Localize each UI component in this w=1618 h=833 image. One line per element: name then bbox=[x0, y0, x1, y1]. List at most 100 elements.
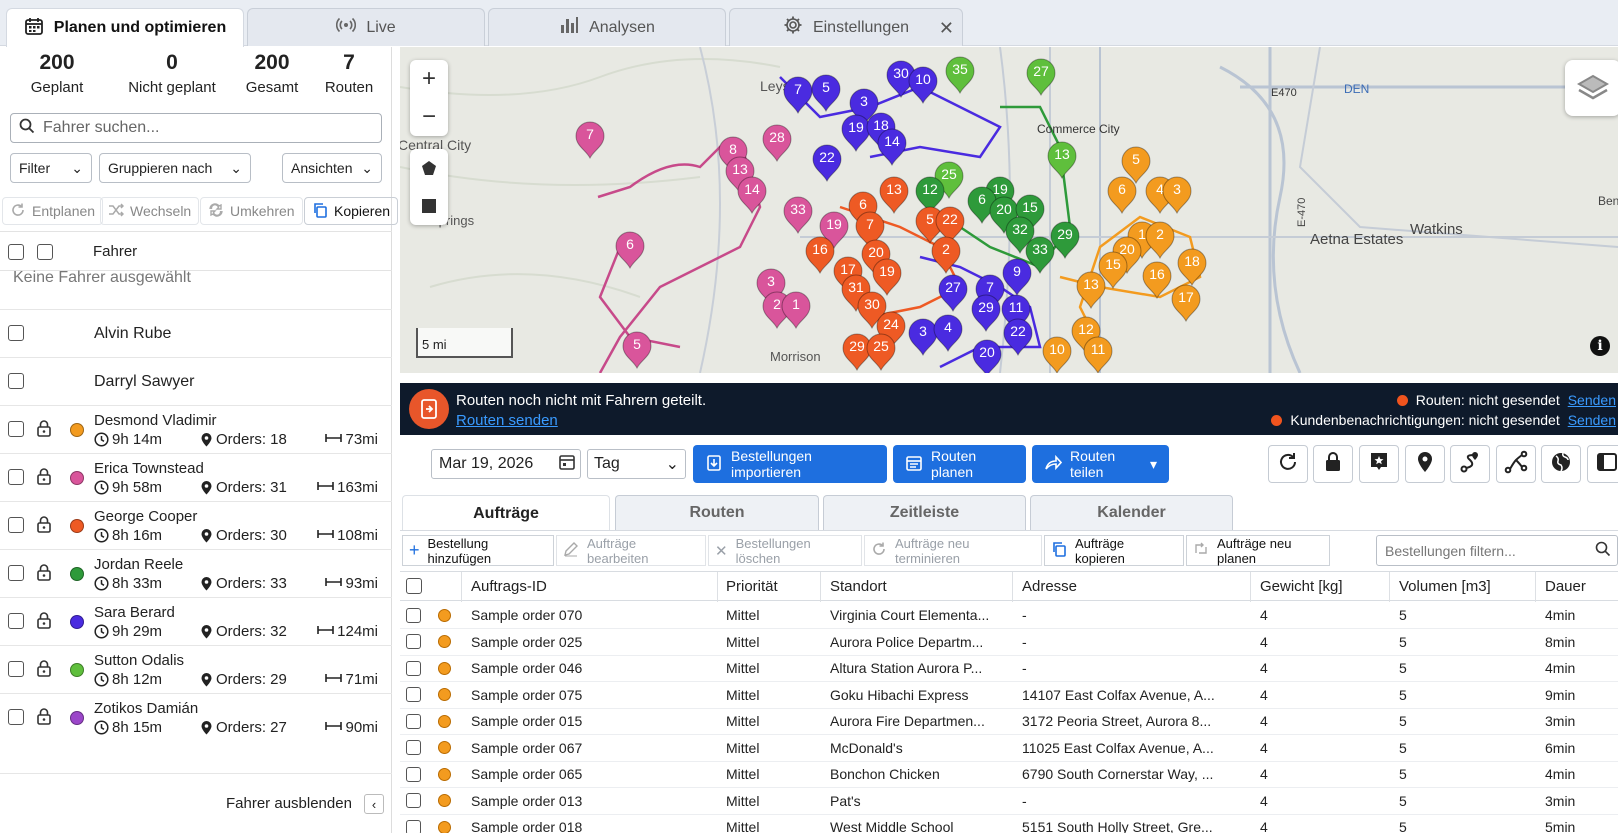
driver-row[interactable]: Desmond Vladimir 9h 14m Orders: 18 73mi bbox=[0, 405, 392, 453]
views-dropdown[interactable]: Ansichten ⌄ bbox=[282, 153, 382, 183]
row-checkbox[interactable] bbox=[406, 740, 421, 755]
info-icon[interactable]: i bbox=[1590, 336, 1610, 356]
unplan-button[interactable]: Entplanen bbox=[2, 197, 104, 225]
replan-orders-button[interactable]: Aufträge neu planen bbox=[1186, 535, 1330, 566]
copy-orders-button[interactable]: Aufträge kopieren bbox=[1044, 535, 1184, 566]
row-checkbox[interactable] bbox=[406, 687, 421, 702]
tab-analytics[interactable]: Analysen bbox=[488, 8, 726, 46]
table-row[interactable]: Sample order 075 Mittel Goku Hibachi Expre… bbox=[400, 682, 1618, 709]
driver-time: 9h 58m bbox=[112, 479, 163, 496]
period-select[interactable]: Tag ⌄ bbox=[587, 449, 686, 479]
driver-row[interactable]: George Cooper 8h 16m Orders: 30 108mi bbox=[0, 501, 392, 549]
row-checkbox[interactable] bbox=[8, 469, 24, 485]
tab-timeline[interactable]: Zeitleiste bbox=[823, 495, 1026, 530]
share-routes-button[interactable]: Routen teilen ▾ bbox=[1032, 445, 1169, 483]
select-all-checkbox[interactable] bbox=[8, 244, 24, 260]
switch-button[interactable]: Wechseln bbox=[100, 197, 200, 225]
send-routes-button[interactable]: Senden bbox=[1568, 392, 1616, 408]
select-visible-checkbox[interactable] bbox=[37, 244, 53, 260]
row-checkbox[interactable] bbox=[406, 634, 421, 649]
layers-button[interactable] bbox=[1565, 60, 1618, 116]
driver-row[interactable]: Zotikos Damián 8h 15m Orders: 27 90mi bbox=[0, 693, 392, 741]
driver-row[interactable]: Sara Berard 9h 29m Orders: 32 124mi bbox=[0, 597, 392, 645]
row-checkbox[interactable] bbox=[406, 713, 421, 729]
reschedule-orders-button[interactable]: Aufträge neu terminieren bbox=[864, 535, 1042, 566]
column-header-duration[interactable]: Dauer bbox=[1545, 572, 1615, 600]
table-row[interactable]: Sample order 067 Mittel McDonald's 11025 Ea… bbox=[400, 735, 1618, 762]
caret-down-icon: ▾ bbox=[1149, 455, 1157, 472]
polygon-tool-icon[interactable] bbox=[410, 149, 448, 187]
close-icon[interactable]: ✕ bbox=[939, 18, 954, 39]
select-all-orders-checkbox[interactable] bbox=[406, 578, 422, 594]
row-checkbox[interactable] bbox=[406, 607, 421, 623]
table-row[interactable]: Sample order 025 Mittel Aurora Police Depa… bbox=[400, 629, 1618, 656]
driver-search[interactable] bbox=[10, 113, 382, 143]
tab-calendar[interactable]: Kalender bbox=[1030, 495, 1233, 530]
table-row[interactable]: Sample order 013 Mittel Pat's - 4 5 3min bbox=[400, 788, 1618, 815]
date-picker[interactable]: Mar 19, 2026 bbox=[431, 449, 581, 479]
column-header-address[interactable]: Adresse bbox=[1022, 572, 1222, 600]
row-checkbox[interactable] bbox=[8, 517, 24, 533]
row-checkbox[interactable] bbox=[8, 661, 24, 677]
delete-orders-button[interactable]: ✕ Bestellungen löschen bbox=[708, 535, 862, 566]
row-checkbox[interactable] bbox=[8, 421, 24, 437]
filter-dropdown[interactable]: Filter ⌄ bbox=[10, 153, 92, 183]
globe-button[interactable] bbox=[1541, 445, 1581, 483]
collapse-icon[interactable]: ‹ bbox=[364, 794, 384, 814]
tab-orders[interactable]: Aufträge bbox=[402, 495, 610, 531]
lock-button[interactable] bbox=[1313, 445, 1353, 483]
row-checkbox[interactable] bbox=[406, 819, 421, 833]
tab-plan-optimize[interactable]: Planen und optimieren bbox=[6, 8, 244, 47]
edit-orders-button[interactable]: Aufträge bearbeiten bbox=[556, 535, 706, 566]
column-header-location[interactable]: Standort bbox=[830, 572, 1000, 600]
driver-row[interactable]: Jordan Reele 8h 33m Orders: 33 93mi bbox=[0, 549, 392, 597]
column-header-id[interactable]: Auftrags-ID bbox=[471, 572, 691, 600]
import-orders-button[interactable]: Bestellungen importieren bbox=[693, 445, 887, 483]
table-row[interactable]: Sample order 015 Mittel Aurora Fire Depart… bbox=[400, 708, 1618, 735]
driver-orders: Orders: 29 bbox=[216, 671, 287, 688]
tab-settings[interactable]: Einstellungen ✕ bbox=[729, 8, 963, 46]
tab-routes[interactable]: Routen bbox=[615, 495, 819, 530]
location-button[interactable] bbox=[1405, 445, 1445, 483]
orders-filter-input[interactable] bbox=[1385, 542, 1595, 559]
send-routes-link[interactable]: Routen senden bbox=[456, 412, 558, 429]
row-checkbox[interactable] bbox=[8, 709, 24, 725]
reverse-button[interactable]: Umkehren bbox=[200, 197, 303, 225]
table-row[interactable]: Sample order 065 Mittel Bonchon Chicken 679… bbox=[400, 761, 1618, 788]
search-input[interactable] bbox=[43, 119, 363, 137]
row-checkbox[interactable] bbox=[8, 613, 24, 629]
row-checkbox[interactable] bbox=[8, 373, 24, 389]
route-map[interactable]: Leys Central City Springs Commerce City … bbox=[400, 47, 1618, 373]
refresh-button[interactable] bbox=[1268, 445, 1308, 483]
driver-row[interactable]: Darryl Sawyer bbox=[0, 357, 392, 405]
column-header-volume[interactable]: Volumen [m3] bbox=[1399, 572, 1529, 600]
hide-drivers-button[interactable]: Fahrer ausblenden bbox=[226, 795, 352, 812]
route-path-button[interactable] bbox=[1450, 445, 1490, 483]
driver-row[interactable]: Erica Townstead 9h 58m Orders: 31 163mi bbox=[0, 453, 392, 501]
copy-button[interactable]: Kopieren bbox=[304, 197, 399, 225]
driver-row[interactable]: Sutton Odalis 8h 12m Orders: 29 71mi bbox=[0, 645, 392, 693]
row-checkbox[interactable] bbox=[8, 325, 24, 341]
table-row[interactable]: Sample order 046 Mittel Altura Station Aur… bbox=[400, 655, 1618, 682]
tab-live[interactable]: Live bbox=[247, 8, 485, 46]
group-by-dropdown[interactable]: Gruppieren nach ⌄ bbox=[99, 153, 251, 183]
column-header-weight[interactable]: Gewicht [kg] bbox=[1260, 572, 1380, 600]
column-header-priority[interactable]: Priorität bbox=[726, 572, 816, 600]
rectangle-tool-icon[interactable] bbox=[410, 187, 448, 225]
send-notifications-button[interactable]: Senden bbox=[1568, 412, 1616, 428]
add-order-button[interactable]: + Bestellung hinzufügen bbox=[402, 535, 554, 566]
marker-star-button[interactable] bbox=[1359, 445, 1399, 483]
row-checkbox[interactable] bbox=[406, 766, 421, 782]
zoom-out-button[interactable]: − bbox=[410, 98, 448, 136]
orders-filter[interactable] bbox=[1376, 535, 1618, 566]
route-branch-button[interactable] bbox=[1496, 445, 1536, 483]
table-row[interactable]: Sample order 070 Mittel Virginia Court Ele… bbox=[400, 602, 1618, 629]
table-row[interactable]: Sample order 018 Mittel West Middle School… bbox=[400, 814, 1618, 833]
row-checkbox[interactable] bbox=[8, 565, 24, 581]
zoom-in-button[interactable]: + bbox=[410, 60, 448, 98]
sidebar-toggle-button[interactable] bbox=[1587, 445, 1618, 483]
row-checkbox[interactable] bbox=[406, 660, 421, 676]
row-checkbox[interactable] bbox=[406, 793, 421, 808]
driver-row[interactable]: Alvin Rube bbox=[0, 309, 392, 357]
plan-routes-button[interactable]: Routen planen bbox=[893, 445, 1026, 483]
